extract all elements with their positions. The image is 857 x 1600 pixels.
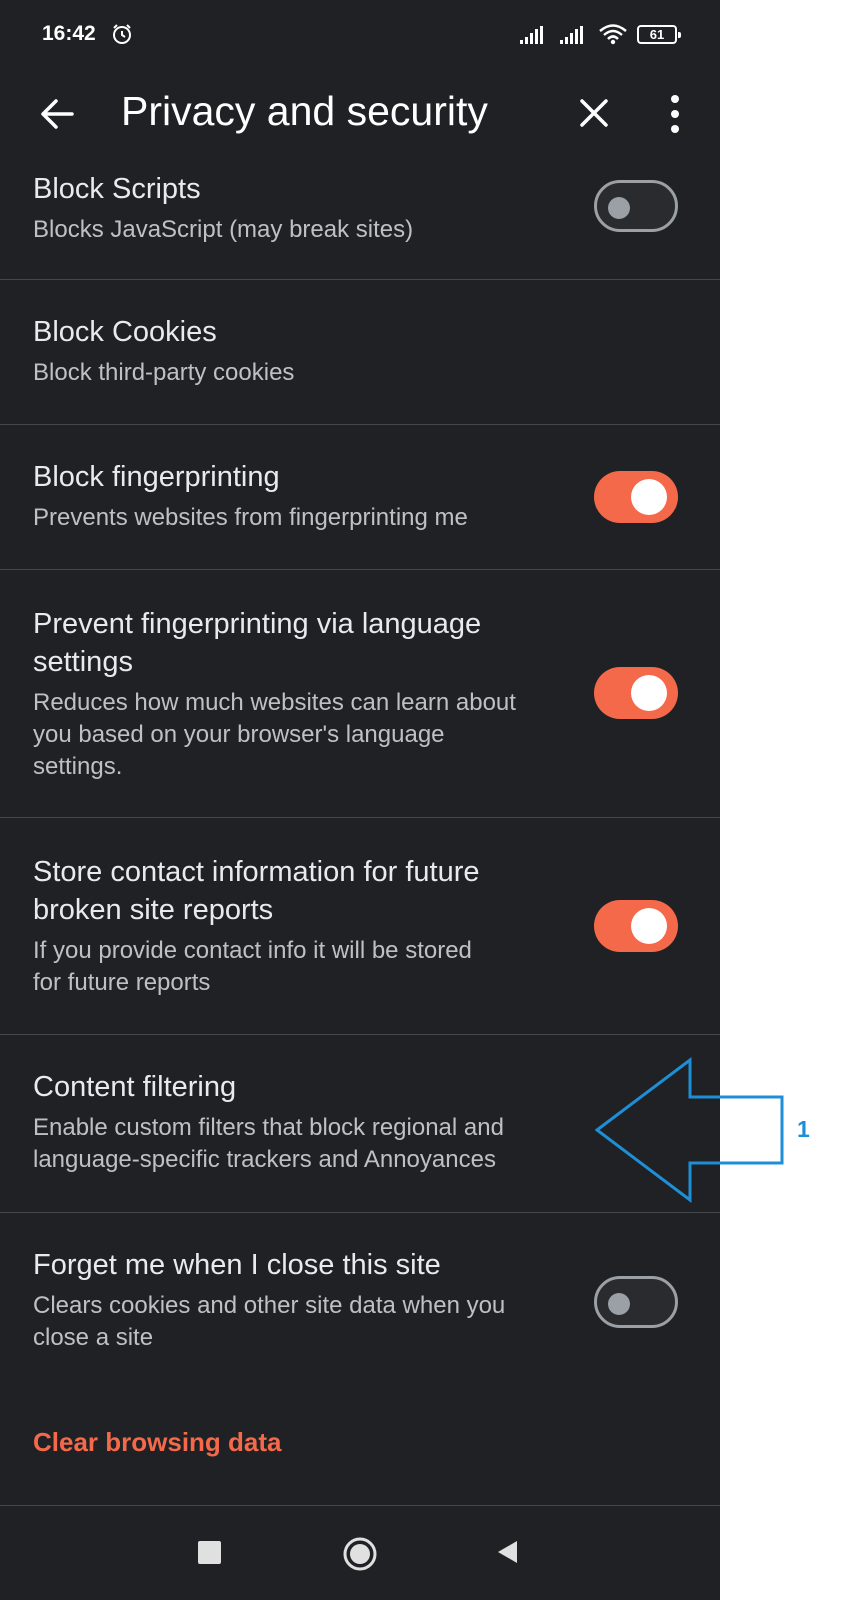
setting-block-fingerprinting[interactable]: Block fingerprinting Prevents websites f… <box>0 425 720 570</box>
toggle-knob <box>608 197 630 219</box>
setting-forget-me[interactable]: Forget me when I close this site Clears … <box>0 1213 720 1403</box>
signal-icon <box>560 26 583 44</box>
setting-block-scripts[interactable]: Block Scripts Blocks JavaScript (may bre… <box>0 160 720 280</box>
setting-subtitle: Block third-party cookies <box>33 359 295 386</box>
toggle-switch-on[interactable] <box>594 471 678 523</box>
phone-screen: 16:42 61 Privacy and security Block Scri… <box>0 0 720 1600</box>
back-triangle-icon[interactable] <box>495 1539 519 1565</box>
wifi-icon <box>599 24 627 45</box>
toggle-knob <box>631 479 667 515</box>
setting-title: Block Scripts <box>33 173 201 205</box>
setting-title: Prevent fingerprinting via language sett… <box>33 608 482 678</box>
setting-block-cookies[interactable]: Block Cookies Block third-party cookies <box>0 280 720 425</box>
toggle-knob <box>631 675 667 711</box>
arrow-left-icon[interactable] <box>36 92 80 136</box>
more-vert-icon[interactable] <box>660 90 690 138</box>
setting-title: Block fingerprinting <box>33 461 280 493</box>
setting-subtitle: Blocks JavaScript (may break sites) <box>33 216 414 243</box>
page-title: Privacy and security <box>121 88 488 134</box>
toggle-switch-on[interactable] <box>594 667 678 719</box>
toggle-switch-on[interactable] <box>594 900 678 952</box>
setting-prevent-fingerprinting-language[interactable]: Prevent fingerprinting via language sett… <box>0 570 720 818</box>
setting-title: Block Cookies <box>33 316 217 348</box>
battery-icon: 61 <box>637 25 681 44</box>
toggle-switch-off[interactable] <box>594 180 678 232</box>
annotation-label: 1 <box>797 1116 810 1142</box>
alarm-icon <box>113 24 131 44</box>
toggle-knob <box>631 908 667 944</box>
setting-title: Content filtering <box>33 1071 237 1103</box>
recents-square-icon[interactable] <box>198 1541 221 1564</box>
setting-subtitle: Clears cookies and other site data when … <box>33 1292 506 1351</box>
toggle-knob <box>608 1293 630 1315</box>
annotation-arrow-icon <box>595 1056 784 1204</box>
status-time: 16:42 <box>42 22 96 45</box>
setting-title: Forget me when I close this site <box>33 1249 441 1281</box>
setting-subtitle: Reduces how much websites can learn abou… <box>33 689 516 780</box>
signal-icon <box>520 26 543 44</box>
top-app-bar: Privacy and security <box>0 70 720 160</box>
clear-browsing-data-link[interactable]: Clear browsing data <box>33 1427 282 1458</box>
setting-subtitle: If you provide contact info it will be s… <box>33 937 472 996</box>
setting-subtitle: Enable custom filters that block regiona… <box>33 1114 504 1173</box>
toggle-switch-off[interactable] <box>594 1276 678 1328</box>
setting-title: Store contact information for future bro… <box>33 856 480 926</box>
status-bar: 16:42 61 <box>0 0 720 70</box>
home-circle-icon[interactable] <box>342 1536 378 1572</box>
setting-subtitle: Prevents websites from fingerprinting me <box>33 504 468 531</box>
close-icon[interactable] <box>574 93 614 133</box>
system-nav-bar <box>0 1506 720 1600</box>
setting-store-contact-info[interactable]: Store contact information for future bro… <box>0 818 720 1035</box>
